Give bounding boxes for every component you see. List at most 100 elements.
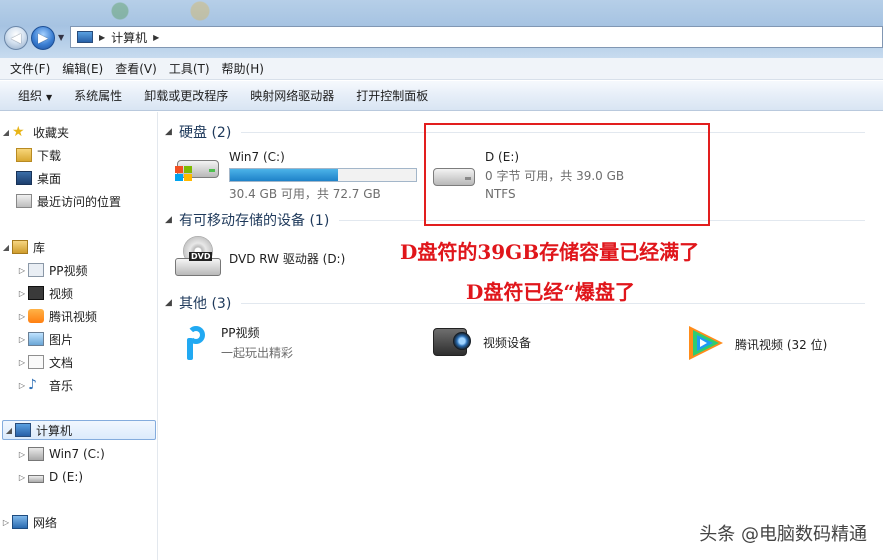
group-label: 硬盘 (2) [179,125,232,141]
system-properties-button[interactable]: 系统属性 [66,87,130,104]
forward-arrow-icon: ▶ [38,30,48,46]
history-dropdown-icon[interactable]: ▼ [58,33,64,42]
library-icon [12,240,28,254]
hard-drive-icon [28,475,44,483]
sidebar-item-desktop[interactable]: 桌面 [0,168,158,188]
sidebar-item-recent[interactable]: 最近访问的位置 [0,191,158,211]
sidebar-item-computer[interactable]: ◢ 计算机 [2,420,156,440]
item-name: 视频设备 [483,336,532,350]
sidebar-item-downloads[interactable]: 下载 [0,145,158,165]
menu-tools[interactable]: 工具(T) [163,60,216,77]
sidebar-item-tencent-video[interactable]: ▷ 腾讯视频 [0,306,158,326]
watermark: 头条 @电脑数码精通 [699,524,867,545]
sidebar-label: D (E:) [49,470,84,484]
highlight-box [424,123,710,226]
sidebar-label: 收藏夹 [33,125,70,140]
breadcrumb-separator-icon[interactable]: ▶ [153,33,159,42]
menu-edit[interactable]: 编辑(E) [56,60,109,77]
capacity-bar [229,168,417,182]
tencent-video-item[interactable]: 腾讯视频 (32 位) [683,322,827,364]
sidebar-item-drive-d[interactable]: ▷ D (E:) [0,467,158,487]
dvd-drive-icon: DVD [175,234,221,280]
uninstall-button[interactable]: 卸载或更改程序 [136,87,236,104]
item-desc: 一起玩出精彩 [221,346,294,360]
video-device-item[interactable]: 视频设备 [431,322,531,362]
tencent-video-icon [683,322,727,364]
collapse-triangle-icon[interactable]: ◢ [3,426,15,435]
capacity-bar-fill [230,169,339,181]
menu-bar: 文件(F) 编辑(E) 查看(V) 工具(T) 帮助(H) [0,58,883,80]
computer-icon [77,31,93,43]
menu-file[interactable]: 文件(F) [4,60,56,77]
forward-button[interactable]: ▶ [31,26,55,50]
menu-help[interactable]: 帮助(H) [216,60,270,77]
drive-name: Win7 (C:) [229,150,285,164]
drive-name: DVD RW 驱动器 (D:) [229,252,346,266]
collapse-triangle-icon[interactable]: ◢ [165,298,179,308]
network-icon [12,515,28,529]
back-button[interactable]: ◀ [4,26,28,50]
command-bar: 组织 ▼ 系统属性 卸载或更改程序 映射网络驱动器 打开控制面板 [0,81,883,111]
collapse-triangle-icon[interactable]: ◢ [165,215,179,225]
group-label: 有可移动存储的设备 (1) [179,213,330,229]
sidebar-label: 图片 [49,332,74,347]
sidebar-item-pp-video[interactable]: ▷ PP视频 [0,260,158,280]
expand-triangle-icon[interactable]: ▷ [16,312,28,321]
sidebar-label: 最近访问的位置 [37,194,122,209]
sidebar-label: 网络 [33,515,58,530]
windows-drive-icon [28,447,44,461]
film-icon [28,286,44,300]
organize-label: 组织 [18,89,43,103]
expand-triangle-icon[interactable]: ▷ [16,335,28,344]
open-control-panel-button[interactable]: 打开控制面板 [348,87,436,104]
sidebar-label: 桌面 [37,171,62,186]
group-label: 其他 (3) [179,296,232,312]
menu-view[interactable]: 查看(V) [109,60,163,77]
drive-c-item[interactable]: Win7 (C:) 30.4 GB 可用，共 72.7 GB [175,150,417,202]
sidebar-item-libraries[interactable]: ◢ 库 [0,237,158,257]
sidebar-item-network[interactable]: ▷ 网络 [0,512,158,532]
breadcrumb-separator-icon[interactable]: ▶ [99,33,105,42]
sidebar-label: 腾讯视频 [49,309,98,324]
annotation-line-2: D盘符已经“爆盘了 [466,280,635,304]
sidebar-label: Win7 (C:) [49,447,105,461]
music-note-icon: ♪ [28,377,37,393]
drive-space: 30.4 GB 可用，共 72.7 GB [229,187,381,201]
star-icon: ★ [12,124,25,140]
collapse-triangle-icon[interactable]: ◢ [165,127,179,137]
navigation-pane: ◢ ★ 收藏夹 下载 桌面 最近访问的位置 ◢ 库 ▷ PP视频 ▷ 视频 ▷ … [0,112,158,560]
download-folder-icon [16,148,32,162]
expand-triangle-icon[interactable]: ▷ [16,473,28,482]
expand-triangle-icon[interactable]: ▷ [16,266,28,275]
sidebar-item-videos[interactable]: ▷ 视频 [0,283,158,303]
pp-video-icon [183,324,213,362]
organize-button[interactable]: 组织 ▼ [10,87,60,104]
tencent-video-icon [28,309,44,323]
sidebar-label: 库 [33,240,46,255]
pictures-icon [28,332,44,346]
sidebar-item-documents[interactable]: ▷ 文档 [0,352,158,372]
annotation-line-1: D盘符的39GB存储容量已经满了 [400,240,700,264]
address-bar-area: ◀ ▶ ▼ ▶ 计算机 ▶ [0,0,883,58]
recent-places-icon [16,194,32,208]
dvd-drive-item[interactable]: DVD DVD RW 驱动器 (D:) [175,234,345,280]
address-box[interactable]: ▶ 计算机 ▶ [70,26,883,48]
sidebar-item-music[interactable]: ▷ ♪ 音乐 [0,375,158,395]
expand-triangle-icon[interactable]: ▷ [0,518,12,527]
collapse-triangle-icon[interactable]: ◢ [0,243,12,252]
sidebar-label: 下载 [37,148,62,163]
sidebar-item-favorites[interactable]: ◢ ★ 收藏夹 [0,122,158,142]
documents-icon [28,355,44,369]
sidebar-item-pictures[interactable]: ▷ 图片 [0,329,158,349]
map-network-drive-button[interactable]: 映射网络驱动器 [242,87,342,104]
expand-triangle-icon[interactable]: ▷ [16,358,28,367]
expand-triangle-icon[interactable]: ▷ [16,450,28,459]
collapse-triangle-icon[interactable]: ◢ [0,128,12,137]
breadcrumb-computer[interactable]: 计算机 [111,29,147,46]
expand-triangle-icon[interactable]: ▷ [16,381,28,390]
dvd-badge: DVD [189,252,213,261]
sidebar-item-drive-c[interactable]: ▷ Win7 (C:) [0,444,158,464]
pp-video-item[interactable]: PP视频 一起玩出精彩 [183,324,293,362]
sidebar-label: 计算机 [36,423,73,438]
expand-triangle-icon[interactable]: ▷ [16,289,28,298]
